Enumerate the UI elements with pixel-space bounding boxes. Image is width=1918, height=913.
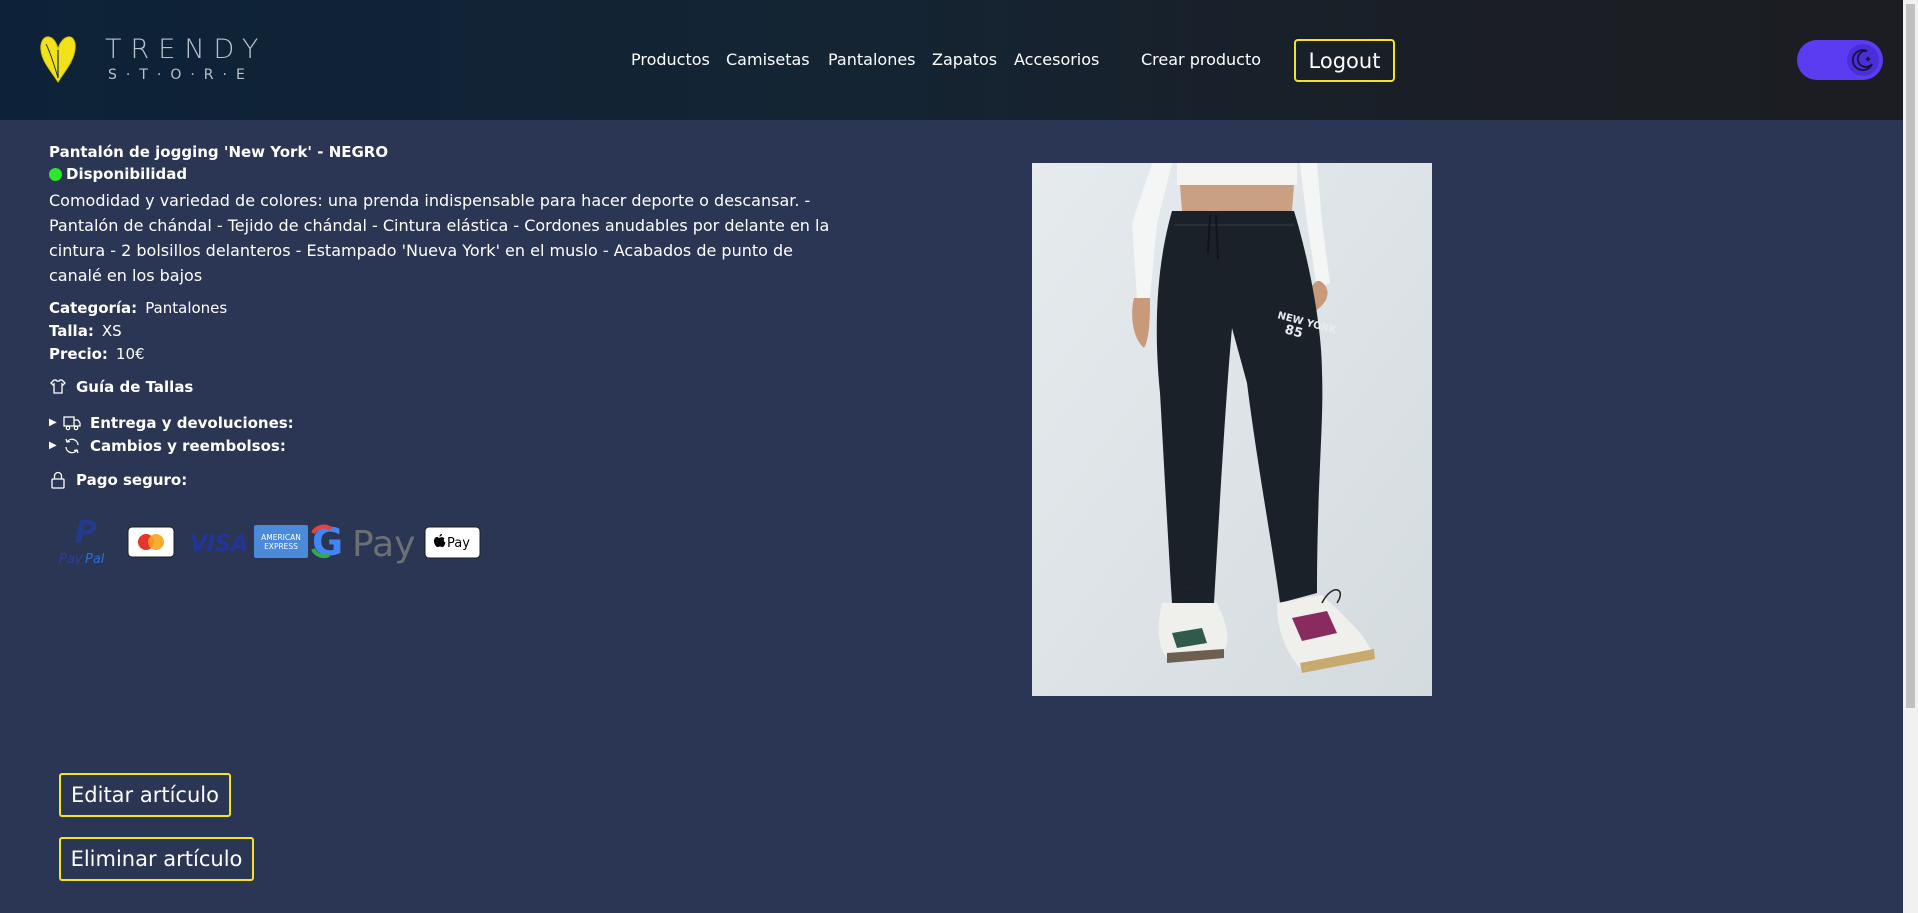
scrollbar-thumb[interactable] xyxy=(1906,4,1915,708)
delivery-label: Entrega y devoluciones: xyxy=(90,413,294,432)
product-title: Pantalón de jogging 'New York' - NEGRO xyxy=(49,143,389,161)
secure-payment-label: Pago seguro: xyxy=(76,471,188,489)
size-value: XS xyxy=(101,322,122,340)
american-express-logo-icon: AMERICAN EXPRESS xyxy=(254,525,308,558)
price-label: Precio: xyxy=(49,345,108,363)
svg-text:Pal: Pal xyxy=(85,552,105,565)
secure-payment-row: Pago seguro: xyxy=(49,471,849,489)
exchanges-disclosure[interactable]: ▶ Cambios y reembolsos: xyxy=(49,434,849,457)
size-guide-link[interactable]: Guía de Tallas xyxy=(49,378,849,396)
top-header: TRENDY S·T·O·R·E Productos Camisetas Pan… xyxy=(0,0,1903,120)
price-value: 10€ xyxy=(115,345,145,363)
nav-accesorios[interactable]: Accesorios xyxy=(1014,50,1099,69)
size-guide-label: Guía de Tallas xyxy=(76,378,194,396)
svg-text:P: P xyxy=(75,515,97,550)
product-description: Comodidad y variedad de colores: una pre… xyxy=(49,191,830,285)
truck-icon xyxy=(63,414,81,432)
tshirt-icon xyxy=(49,378,67,396)
svg-text:Pay: Pay xyxy=(59,552,83,565)
info-details: ▶ Entrega y devoluciones: ▶ Cambios y re… xyxy=(49,411,849,457)
nav-pantalones[interactable]: Pantalones xyxy=(828,50,916,69)
product-specs: Categoría: Pantalones Talla: XS Precio: 10€ xyxy=(49,297,849,366)
brand-logo-text[interactable]: TRENDY S·T·O·R·E xyxy=(105,34,267,84)
moon-icon xyxy=(1847,44,1879,76)
visa-logo-icon: VISA xyxy=(190,532,248,557)
svg-text:VISA: VISA xyxy=(190,532,248,557)
spec-category: Categoría: Pantalones xyxy=(49,297,849,320)
svg-text:Pay: Pay xyxy=(447,536,470,551)
edit-article-button[interactable]: Editar artículo xyxy=(59,773,231,817)
vertical-scrollbar[interactable] xyxy=(1903,0,1918,913)
refresh-icon xyxy=(63,437,81,455)
google-pay-logo-icon: G Pay xyxy=(311,520,415,565)
category-label: Categoría: xyxy=(49,299,138,317)
delivery-disclosure[interactable]: ▶ Entrega y devoluciones: xyxy=(49,411,849,434)
svg-text:Pay: Pay xyxy=(352,524,415,565)
spec-price: Precio: 10€ xyxy=(49,343,849,366)
product-image: NEW YORK 85 xyxy=(1032,163,1432,696)
logo-store: S·T·O·R·E xyxy=(108,67,254,83)
mastercard-logo-icon xyxy=(127,526,175,558)
svg-text:AMERICAN: AMERICAN xyxy=(261,533,301,542)
nav-productos[interactable]: Productos xyxy=(631,50,710,69)
delete-article-button[interactable]: Eliminar artículo xyxy=(59,837,254,881)
logo-trendy: TRENDY xyxy=(105,34,268,65)
paypal-logo-icon: P Pay Pal xyxy=(59,515,105,565)
product-info: Pantalón de jogging 'New York' - NEGRO D… xyxy=(49,142,849,489)
nav-camisetas[interactable]: Camisetas xyxy=(726,50,810,69)
size-label: Talla: xyxy=(49,322,94,340)
payment-methods: P Pay Pal VISA AMERICAN EXPRESS G Pay Pa… xyxy=(59,515,481,565)
expand-triangle-icon: ▶ xyxy=(49,440,57,451)
lock-icon xyxy=(49,471,67,489)
spec-size: Talla: XS xyxy=(49,320,849,343)
availability-dot-icon xyxy=(49,167,62,181)
expand-triangle-icon: ▶ xyxy=(49,417,57,428)
category-value: Pantalones xyxy=(145,299,228,317)
availability-row: Disponibilidad xyxy=(49,165,849,183)
exchanges-label: Cambios y reembolsos: xyxy=(90,436,286,455)
logout-button[interactable]: Logout xyxy=(1294,39,1395,82)
nav-zapatos[interactable]: Zapatos xyxy=(932,50,997,69)
availability-label: Disponibilidad xyxy=(66,165,188,183)
heart-logo-icon[interactable] xyxy=(38,34,78,84)
nav-crear-producto[interactable]: Crear producto xyxy=(1141,50,1261,69)
theme-toggle[interactable] xyxy=(1797,40,1883,80)
svg-text:EXPRESS: EXPRESS xyxy=(264,542,298,551)
apple-pay-logo-icon: Pay xyxy=(424,526,481,559)
